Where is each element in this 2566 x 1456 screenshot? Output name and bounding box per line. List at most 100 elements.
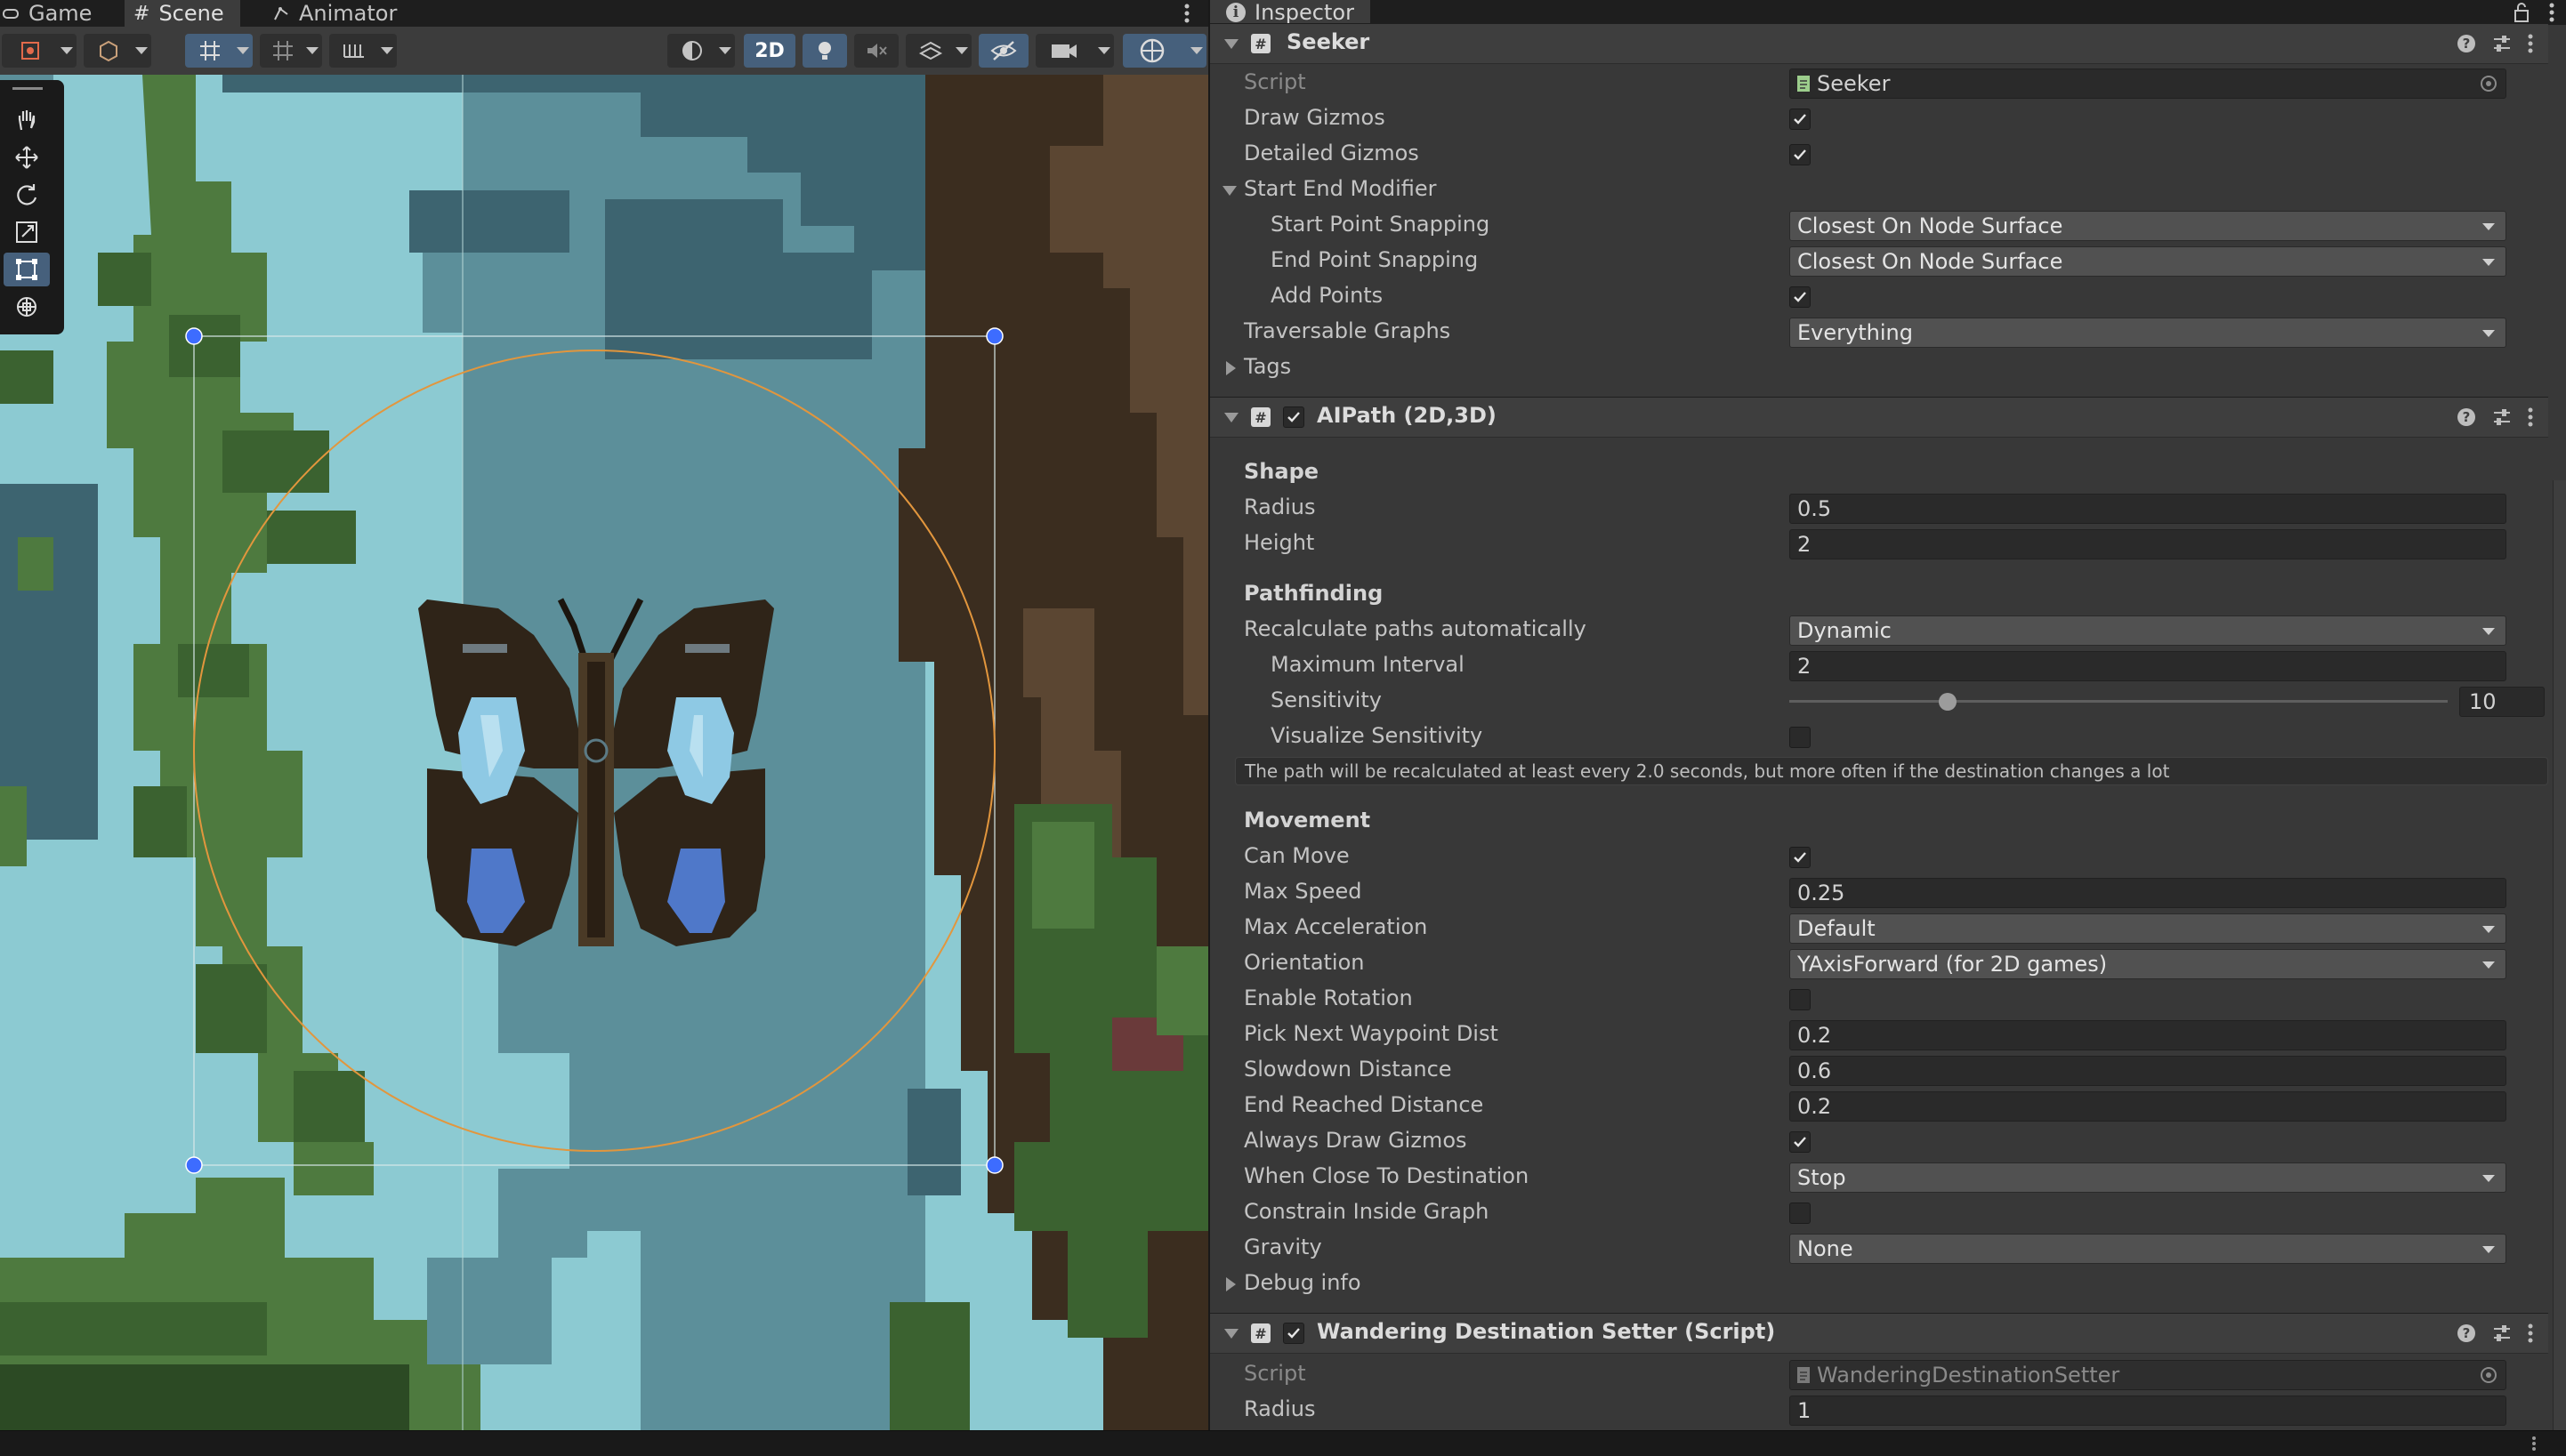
orientation-dropdown[interactable]: YAxisForward (for 2D games) (1789, 949, 2506, 979)
move-tool[interactable] (4, 141, 50, 174)
draw-gizmos-checkbox[interactable] (1789, 109, 1811, 130)
hand-tool[interactable] (4, 103, 50, 137)
maximum-interval-field[interactable]: 2 (1789, 651, 2506, 681)
height-field[interactable]: 2 (1789, 529, 2506, 559)
lock-icon[interactable] (2513, 2, 2530, 23)
detailed-gizmos-checkbox[interactable] (1789, 144, 1811, 165)
more-icon[interactable] (2525, 1323, 2536, 1344)
tab-animator[interactable]: Animator (263, 0, 415, 27)
tab-game[interactable]: Game (0, 0, 109, 27)
more-icon[interactable] (2546, 2, 2557, 23)
more-icon[interactable] (2525, 33, 2536, 54)
script-field[interactable]: Seeker (1789, 68, 2506, 99)
max-speed-field[interactable]: 0.25 (1789, 878, 2506, 908)
seeker-title: Seeker (1287, 29, 1370, 54)
camera-button[interactable] (1036, 34, 1114, 68)
rect-tool[interactable] (4, 253, 50, 286)
slowdown-distance-field[interactable]: 0.6 (1789, 1056, 2506, 1086)
pick-next-waypoint-field[interactable]: 0.2 (1789, 1020, 2506, 1050)
section-heading-shape: Shape (1210, 456, 2548, 490)
can-move-checkbox[interactable] (1789, 847, 1811, 868)
start-end-modifier-foldout[interactable]: Start End Modifier (1210, 173, 2548, 207)
end-point-snapping-dropdown[interactable]: Closest On Node Surface (1789, 246, 2506, 277)
scene-viewport[interactable] (0, 75, 1208, 1430)
foldout-arrow-icon[interactable] (1226, 1277, 1236, 1291)
hash-icon: # (133, 2, 150, 25)
render-mode-button[interactable] (667, 34, 735, 68)
tools-grip[interactable] (12, 87, 43, 90)
when-close-to-destination-dropdown[interactable]: Stop (1789, 1162, 2506, 1193)
lighting-toggle[interactable] (803, 34, 847, 68)
aipath-header[interactable]: # AIPath (2D,3D) ? (1210, 397, 2548, 438)
enable-rotation-checkbox[interactable] (1789, 989, 1811, 1010)
visualize-sensitivity-checkbox[interactable] (1789, 727, 1811, 748)
help-icon[interactable]: ? (2456, 33, 2477, 54)
foldout-arrow-icon[interactable] (1226, 361, 1236, 375)
grid-snap-button[interactable] (185, 34, 253, 68)
max-acceleration-dropdown[interactable]: Default (1789, 913, 2506, 944)
recalculate-paths-dropdown[interactable]: Dynamic (1789, 615, 2506, 646)
help-icon[interactable]: ? (2456, 406, 2477, 428)
script-file-icon (1797, 1367, 1810, 1383)
dropdown-arrow-icon (2482, 259, 2495, 266)
foldout-arrow-icon[interactable] (1222, 186, 1237, 196)
wds-script-row: Script WanderingDestinationSetter (1210, 1358, 2548, 1392)
sensitivity-slider-track[interactable] (1789, 700, 2448, 703)
seeker-header[interactable]: # Seeker ? (1210, 23, 2548, 64)
preset-icon[interactable] (2491, 406, 2513, 428)
audio-toggle[interactable] (854, 34, 899, 68)
add-points-checkbox[interactable] (1789, 286, 1811, 308)
tab-scene[interactable]: # Scene (125, 0, 240, 27)
scale-tool[interactable] (4, 215, 50, 249)
debug-info-foldout[interactable]: Debug info (1210, 1267, 2548, 1301)
wandering-destination-setter-header[interactable]: # Wandering Destination Setter (Script) … (1210, 1313, 2548, 1354)
sensitivity-slider-thumb[interactable] (1938, 693, 1957, 711)
inspector-scrollbar[interactable] (2553, 480, 2566, 1430)
field-label: Pick Next Waypoint Dist (1244, 1021, 1498, 1046)
sensitivity-value-field[interactable]: 10 (2459, 687, 2545, 717)
help-icon[interactable]: ? (2456, 1323, 2477, 1344)
foldout-arrow-icon[interactable] (1224, 39, 1239, 49)
tab-inspector[interactable]: i Inspector (1210, 0, 1370, 25)
more-icon[interactable] (1182, 2, 1192, 25)
more-icon[interactable] (2525, 406, 2536, 428)
script-field-value: WanderingDestinationSetter (1817, 1363, 2120, 1388)
rotate-tool[interactable] (4, 178, 50, 212)
shading-button[interactable] (84, 34, 151, 68)
tags-foldout[interactable]: Tags (1210, 351, 2548, 385)
increment-snap-button[interactable] (260, 34, 322, 68)
constrain-inside-graph-row: Constrain Inside Graph (1210, 1196, 2548, 1230)
always-draw-gizmos-checkbox[interactable] (1789, 1131, 1811, 1153)
mode-2d-toggle[interactable]: 2D (744, 34, 795, 68)
foldout-arrow-icon[interactable] (1224, 413, 1239, 422)
inspector-panel: i Inspector # Seeker ? Script Seeker Dra… (1210, 0, 2566, 1430)
gravity-dropdown[interactable]: None (1789, 1234, 2506, 1264)
traversable-graphs-dropdown[interactable]: Everything (1789, 318, 2506, 348)
constrain-inside-graph-checkbox[interactable] (1789, 1203, 1811, 1224)
more-icon[interactable] (2529, 1435, 2539, 1452)
foldout-arrow-icon[interactable] (1224, 1329, 1239, 1339)
wds-radius-field[interactable]: 1 (1789, 1396, 2506, 1426)
component-enabled-checkbox[interactable] (1283, 406, 1304, 428)
wandering-destination-setter-title: Wandering Destination Setter (Script) (1317, 1319, 1776, 1344)
end-reached-distance-field[interactable]: 0.2 (1789, 1091, 2506, 1122)
section-heading: Shape (1244, 459, 1319, 484)
section-heading: Movement (1244, 808, 1371, 833)
radius-field[interactable]: 0.5 (1789, 494, 2506, 524)
preset-icon[interactable] (2491, 1323, 2513, 1344)
tab-inspector-label: Inspector (1255, 0, 1354, 25)
ruler-button[interactable] (329, 34, 397, 68)
effects-button[interactable] (906, 34, 972, 68)
component-enabled-checkbox[interactable] (1283, 1323, 1304, 1344)
object-picker-icon[interactable] (2481, 76, 2497, 92)
draw-mode-button[interactable] (2, 34, 77, 68)
transform-tool[interactable] (4, 290, 50, 324)
gizmos-button[interactable] (1123, 34, 1206, 68)
preset-icon[interactable] (2491, 33, 2513, 54)
start-point-snapping-row: Start Point Snapping Closest On Node Sur… (1210, 209, 2548, 243)
rect-tool-icon (16, 259, 37, 280)
field-label: Start Point Snapping (1271, 212, 1490, 237)
end-reached-distance-row: End Reached Distance 0.2 (1210, 1090, 2548, 1123)
start-point-snapping-dropdown[interactable]: Closest On Node Surface (1789, 211, 2506, 241)
hidden-objects-toggle[interactable] (979, 34, 1029, 68)
